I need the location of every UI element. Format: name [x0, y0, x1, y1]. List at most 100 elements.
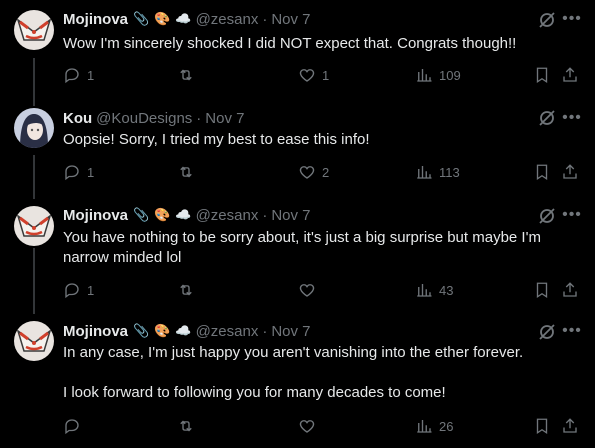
share-button[interactable]: [561, 65, 579, 85]
badge-paperclip-icon: 📎: [133, 11, 150, 26]
kou-avatar-icon: [14, 108, 54, 148]
avatar[interactable]: [14, 321, 54, 361]
like-button[interactable]: 2: [298, 162, 329, 182]
views-chart-icon: [417, 69, 432, 82]
views-chart-icon: [417, 420, 432, 433]
share-button[interactable]: [561, 416, 579, 436]
bookmark-button[interactable]: [533, 416, 551, 436]
bookmark-button[interactable]: [533, 280, 551, 300]
like-button[interactable]: 1: [298, 65, 329, 85]
separator: ·: [262, 206, 268, 224]
avatar[interactable]: [14, 10, 54, 50]
bookmark-button[interactable]: [533, 162, 551, 182]
views-chart-icon: [417, 284, 432, 297]
tweet[interactable]: Mojinova 📎 🎨 ☁️ @zesanx · Nov 7 ••• Wow …: [0, 0, 595, 100]
share-button[interactable]: [561, 162, 579, 182]
more-options-icon[interactable]: •••: [562, 205, 582, 225]
grok-icon[interactable]: [537, 206, 557, 226]
separator: ·: [262, 10, 268, 28]
views-button[interactable]: 109: [415, 65, 461, 85]
tweet[interactable]: Mojinova 📎 🎨 ☁️ @zesanx · Nov 7 ••• You …: [0, 200, 595, 315]
separator: ·: [262, 322, 268, 340]
tweet[interactable]: Mojinova 📎 🎨 ☁️ @zesanx · Nov 7 ••• In a…: [0, 315, 595, 448]
view-count: 43: [439, 282, 454, 298]
reply-button[interactable]: 1: [63, 280, 94, 300]
timestamp[interactable]: Nov 7: [205, 110, 244, 127]
views-button[interactable]: 26: [415, 416, 453, 436]
handle[interactable]: @zesanx: [196, 323, 259, 340]
retweet-button[interactable]: [177, 416, 201, 436]
mojinova-avatar-icon: [14, 206, 54, 246]
retweet-button[interactable]: [177, 65, 201, 85]
reply-count: 1: [87, 282, 95, 298]
display-name[interactable]: Kou: [63, 110, 92, 127]
share-icon: [563, 164, 577, 179]
avatar[interactable]: [14, 108, 54, 148]
views-button[interactable]: 113: [415, 162, 460, 182]
tweet-header: Kou @KouDesigns · Nov 7: [63, 108, 244, 128]
bookmark-icon: [536, 67, 548, 84]
share-icon: [563, 282, 577, 297]
grok-icon[interactable]: [537, 10, 557, 30]
retweet-icon: [180, 69, 192, 81]
grok-icon[interactable]: [537, 108, 557, 128]
avatar[interactable]: [14, 206, 54, 246]
bookmark-icon: [536, 164, 548, 181]
action-bar: 1 1 109: [63, 65, 583, 85]
share-button[interactable]: [561, 280, 579, 300]
heart-icon: [299, 284, 315, 297]
retweet-button[interactable]: [177, 162, 201, 182]
more-options-icon[interactable]: •••: [562, 108, 582, 128]
reply-icon: [65, 419, 79, 435]
badge-palette-icon: 🎨: [154, 11, 171, 26]
views-button[interactable]: 43: [415, 280, 453, 300]
bookmark-icon: [536, 282, 548, 299]
reply-icon: [65, 165, 79, 181]
view-count: 26: [439, 418, 454, 434]
heart-icon: [299, 420, 315, 433]
display-name[interactable]: Mojinova: [63, 11, 128, 28]
tweet-header: Mojinova 📎 🎨 ☁️ @zesanx · Nov 7: [63, 205, 311, 225]
more-options-icon[interactable]: •••: [562, 321, 582, 341]
action-bar: 1 2 113: [63, 162, 583, 182]
tweet-header: Mojinova 📎 🎨 ☁️ @zesanx · Nov 7: [63, 9, 311, 29]
reply-count: 1: [87, 164, 95, 180]
handle[interactable]: @zesanx: [196, 11, 259, 28]
like-button[interactable]: [298, 280, 322, 300]
badge-palette-icon: 🎨: [154, 207, 171, 222]
timestamp[interactable]: Nov 7: [271, 11, 310, 28]
reply-count: 1: [87, 67, 95, 83]
retweet-icon: [180, 166, 192, 178]
heart-icon: [299, 69, 315, 82]
display-name[interactable]: Mojinova: [63, 207, 128, 224]
tweet-text: In any case, I'm just happy you aren't v…: [63, 344, 524, 401]
reply-button[interactable]: 1: [63, 162, 94, 182]
like-count: 1: [322, 67, 330, 83]
reply-button[interactable]: [63, 416, 87, 436]
handle[interactable]: @KouDesigns: [96, 110, 192, 127]
mojinova-avatar-icon: [14, 10, 54, 50]
retweet-icon: [180, 284, 192, 296]
views-chart-icon: [417, 166, 432, 179]
more-options-icon[interactable]: •••: [562, 9, 582, 29]
badge-cloud-icon: ☁️: [175, 207, 192, 222]
tweet[interactable]: Kou @KouDesigns · Nov 7 ••• Oopsie! Sorr…: [0, 100, 595, 200]
share-icon: [563, 418, 577, 433]
grok-icon[interactable]: [537, 322, 557, 342]
tweet-header: Mojinova 📎 🎨 ☁️ @zesanx · Nov 7: [63, 321, 311, 341]
badge-palette-icon: 🎨: [154, 323, 171, 338]
bookmark-button[interactable]: [533, 65, 551, 85]
like-button[interactable]: [298, 416, 322, 436]
reply-button[interactable]: 1: [63, 65, 94, 85]
timestamp[interactable]: Nov 7: [271, 323, 310, 340]
display-name[interactable]: Mojinova: [63, 323, 128, 340]
action-bar: 26: [63, 416, 583, 436]
tweet-text: Oopsie! Sorry, I tried my best to ease t…: [63, 131, 370, 148]
separator: ·: [196, 109, 202, 127]
retweet-button[interactable]: [177, 280, 201, 300]
handle[interactable]: @zesanx: [196, 207, 259, 224]
tweet-text: Wow I'm sincerely shocked I did NOT expe…: [63, 35, 517, 52]
heart-icon: [299, 166, 315, 179]
timestamp[interactable]: Nov 7: [271, 207, 310, 224]
bookmark-icon: [536, 418, 548, 435]
